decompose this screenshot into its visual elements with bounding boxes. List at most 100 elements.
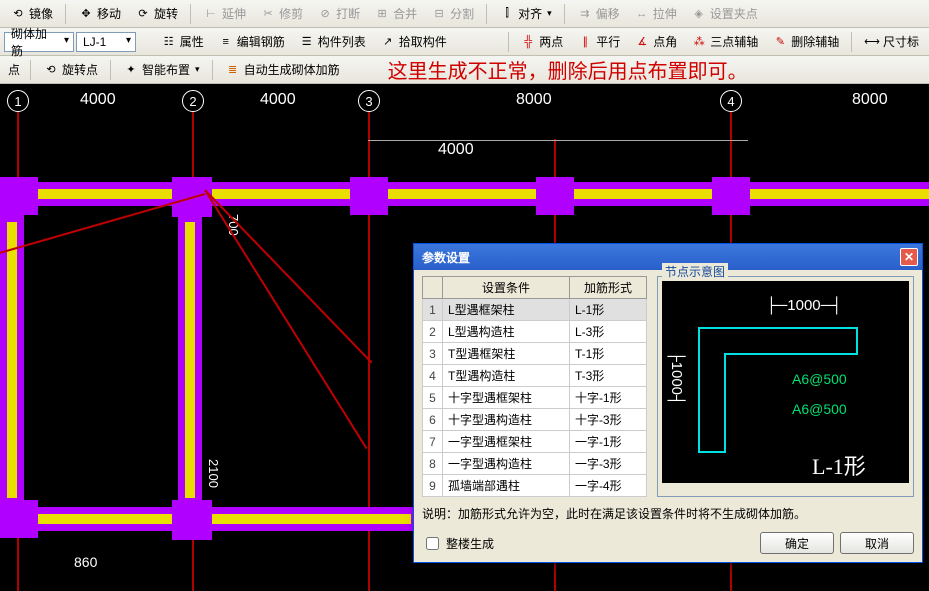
row-index: 9 [423, 475, 443, 497]
mid-dim-line [368, 140, 748, 141]
toolbar-row-1: ⟲镜像 ✥移动 ⟳旋转 ⊢延伸 ✂修剪 ⊘打断 ⊞合并 ⊟分割 ⫿对齐▾ ⇉偏移… [0, 0, 929, 28]
dim-icon: ⟷ [864, 34, 880, 50]
align-label: 对齐 [518, 5, 542, 22]
offset-button[interactable]: ⇉偏移 [571, 2, 626, 25]
angle-icon: ∡ [634, 34, 650, 50]
smart-icon: ✦ [123, 62, 139, 78]
pick-icon: ↗ [380, 34, 396, 50]
table-row[interactable]: 2L型遇构造柱L-3形 [423, 321, 647, 343]
list-icon: ☰ [299, 34, 315, 50]
dialog-note: 说明：加筋形式允许为空，此时在满足该设置条件时将不生成砌体加筋。 [422, 505, 914, 522]
legend-label: 节点示意图 [662, 263, 728, 280]
row-form: T-3形 [569, 365, 646, 387]
smart-layout-button[interactable]: ✦智能布置▾ [117, 58, 206, 81]
three-point-aux-button[interactable]: ⁂三点辅轴 [685, 30, 764, 53]
align-button[interactable]: ⫿对齐▾ [493, 2, 558, 25]
properties-button[interactable]: ☷属性 [155, 30, 210, 53]
legend-shape-v [698, 353, 726, 453]
angle-label: 点角 [653, 33, 677, 50]
category-combo[interactable]: 砌体加筋 [4, 32, 74, 52]
pick-label: 拾取构件 [399, 33, 447, 50]
legend-canvas: ├─1000─┤ ├1000┤ A6@500 A6@500 L-1形 [662, 281, 909, 483]
dialog-title: 参数设置 [422, 249, 470, 266]
rebar-icon: ≡ [218, 34, 234, 50]
param-table[interactable]: 设置条件 加筋形式 1L型遇框架柱L-1形2L型遇构造柱L-3形3T型遇框架柱T… [422, 276, 647, 497]
auto-icon: ≣ [225, 62, 241, 78]
row-condition: 十字型遇框架柱 [443, 387, 570, 409]
auto-gen-button[interactable]: ≣自动生成砌体加筋 [219, 58, 346, 81]
delete-aux-button[interactable]: ✎删除辅轴 [766, 30, 845, 53]
component-list-button[interactable]: ☰构件列表 [293, 30, 372, 53]
col-4 [712, 177, 750, 215]
break-icon: ⊘ [317, 6, 333, 22]
move-label: 移动 [97, 5, 121, 22]
row-form: L-3形 [569, 321, 646, 343]
fixture-button[interactable]: ◈设置夹点 [685, 2, 764, 25]
table-row[interactable]: 3T型遇框架柱T-1形 [423, 343, 647, 365]
point-label: 点 [4, 61, 24, 78]
trim-label: 修剪 [279, 5, 303, 22]
rotate-point-button[interactable]: ⟲旋转点 [37, 58, 104, 81]
col-form: 加筋形式 [569, 277, 646, 299]
delete-aux-icon: ✎ [772, 34, 788, 50]
point-angle-button[interactable]: ∡点角 [628, 30, 683, 53]
table-row[interactable]: 5十字型遇框架柱十字-1形 [423, 387, 647, 409]
category-value: 砌体加筋 [11, 25, 55, 59]
table-row[interactable]: 9孤墙端部遇柱一字-4形 [423, 475, 647, 497]
row-index: 5 [423, 387, 443, 409]
beam-2 [206, 189, 354, 199]
annotation-text: 这里生成不正常，删除后用点布置即可。 [388, 55, 748, 84]
table-row[interactable]: 7一字型遇框架柱一字-1形 [423, 431, 647, 453]
trim-icon: ✂ [260, 6, 276, 22]
grid-bubble-1: 1 [7, 90, 29, 112]
table-row[interactable]: 6十字型遇构造柱十字-3形 [423, 409, 647, 431]
cancel-button[interactable]: 取消 [840, 532, 914, 554]
extend-button[interactable]: ⊢延伸 [197, 2, 252, 25]
delete-aux-label: 删除辅轴 [791, 33, 839, 50]
two-point-icon: ╬ [520, 34, 536, 50]
row-form: 十字-1形 [569, 387, 646, 409]
grid-bubble-3: 3 [358, 90, 380, 112]
whole-floor-input[interactable] [426, 537, 439, 550]
move-button[interactable]: ✥移动 [72, 2, 127, 25]
pick-component-button[interactable]: ↗拾取构件 [374, 30, 453, 53]
stretch-label: 拉伸 [653, 5, 677, 22]
break-label: 打断 [336, 5, 360, 22]
anno-line-2 [204, 189, 372, 363]
split-label: 分割 [450, 5, 474, 22]
component-combo[interactable]: LJ-1 [76, 32, 136, 52]
whole-floor-checkbox[interactable]: 整楼生成 [422, 534, 494, 553]
legend-form-name: L-1形 [812, 449, 866, 481]
mirror-button[interactable]: ⟲镜像 [4, 2, 59, 25]
split-icon: ⊟ [431, 6, 447, 22]
dim-mark-button[interactable]: ⟷尺寸标 [858, 30, 925, 53]
col-3 [350, 177, 388, 215]
parallel-icon: ∥ [577, 34, 593, 50]
three-point-icon: ⁂ [691, 34, 707, 50]
row-condition: T型遇框架柱 [443, 343, 570, 365]
stretch-button[interactable]: ↔拉伸 [628, 2, 683, 25]
rotate-button[interactable]: ⟳旋转 [129, 2, 184, 25]
dim-label: 尺寸标 [883, 33, 919, 50]
parallel-button[interactable]: ∥平行 [571, 30, 626, 53]
offset-label: 偏移 [596, 5, 620, 22]
dim-1: 4000 [80, 91, 116, 109]
two-point-button[interactable]: ╬两点 [514, 30, 569, 53]
table-row[interactable]: 8一字型遇构造柱一字-3形 [423, 453, 647, 475]
break-button[interactable]: ⊘打断 [311, 2, 366, 25]
trim-button[interactable]: ✂修剪 [254, 2, 309, 25]
table-row[interactable]: 1L型遇框架柱L-1形 [423, 299, 647, 321]
dim-3: 8000 [516, 91, 552, 109]
dialog-close-button[interactable]: ✕ [900, 248, 918, 266]
row-condition: 十字型遇构造柱 [443, 409, 570, 431]
row-form: 一字-1形 [569, 431, 646, 453]
merge-button[interactable]: ⊞合并 [368, 2, 423, 25]
ok-button[interactable]: 确定 [760, 532, 834, 554]
table-row[interactable]: 4T型遇构造柱T-3形 [423, 365, 647, 387]
split-button[interactable]: ⊟分割 [425, 2, 480, 25]
dropdown-icon: ▾ [195, 64, 200, 75]
row-index: 7 [423, 431, 443, 453]
rotate-point-icon: ⟲ [43, 62, 59, 78]
edit-rebar-button[interactable]: ≡编辑钢筋 [212, 30, 291, 53]
vdim-2100: 2100 [206, 459, 221, 488]
